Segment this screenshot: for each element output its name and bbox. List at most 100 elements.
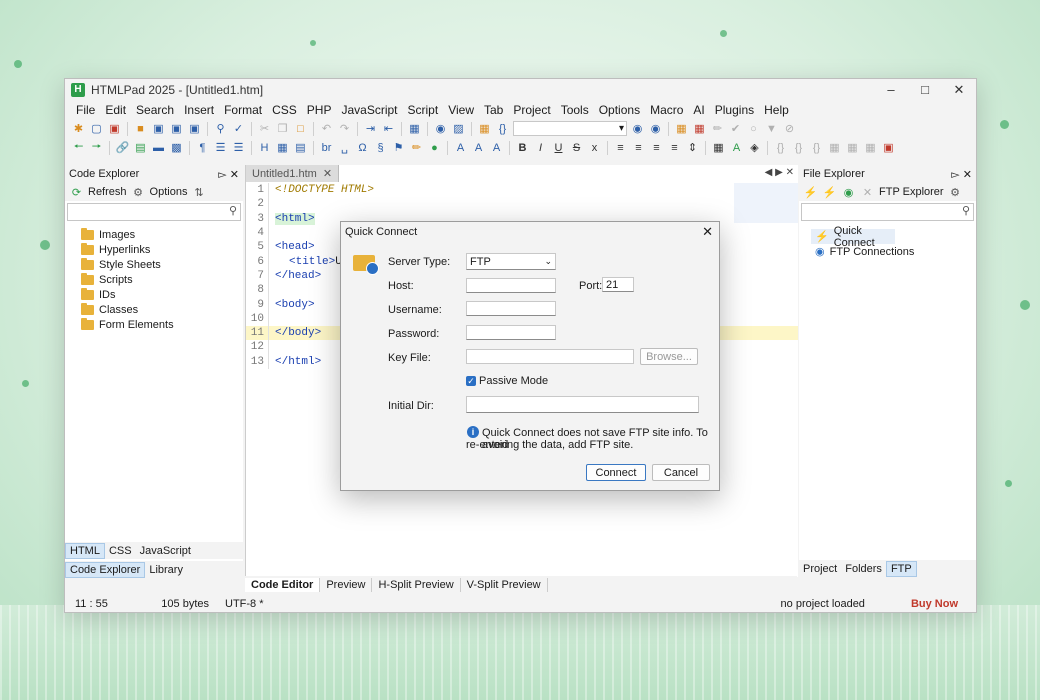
globe-icon[interactable]: ◉	[841, 185, 856, 200]
menu-tools[interactable]: Tools	[556, 103, 594, 117]
paste-icon[interactable]: □	[293, 121, 308, 136]
tab-scroll-arrows[interactable]: ◀ ▶ ✕	[765, 167, 794, 178]
highlight-icon[interactable]: A	[729, 140, 744, 155]
binoculars-icon[interactable]: ◉	[433, 121, 448, 136]
sort-icon[interactable]: ⇅	[191, 185, 206, 200]
snippet-icon[interactable]: ▦	[477, 121, 492, 136]
font-size-icon[interactable]: A	[453, 140, 468, 155]
tag-icon[interactable]: ⚑	[391, 140, 406, 155]
unordered-list-icon[interactable]: ☰	[231, 140, 246, 155]
menu-file[interactable]: File	[71, 103, 100, 117]
redo-icon[interactable]: ↷	[337, 121, 352, 136]
link-icon[interactable]: 🔗	[115, 140, 130, 155]
menu-php[interactable]: PHP	[302, 103, 337, 117]
heading-icon[interactable]: H	[257, 140, 272, 155]
open-folder-icon[interactable]: ■	[133, 121, 148, 136]
stop-icon[interactable]: ○	[746, 121, 761, 136]
align-right-icon[interactable]: ≡	[649, 140, 664, 155]
table-icon[interactable]: ▦	[275, 140, 290, 155]
port-input[interactable]: 21	[602, 277, 634, 292]
close-icon[interactable]: ✕	[942, 82, 976, 98]
new-html-icon[interactable]: ▢	[89, 121, 104, 136]
save-all-icon[interactable]: ▣	[169, 121, 184, 136]
tab-v-split-preview[interactable]: V-Split Preview	[461, 577, 548, 592]
braces-3-icon[interactable]: {}	[809, 140, 824, 155]
panel-3-icon[interactable]: ▦	[863, 140, 878, 155]
brush-icon[interactable]: ✏	[409, 140, 424, 155]
minimize-icon[interactable]: –	[874, 82, 908, 98]
find-icon[interactable]: ⚲	[213, 121, 228, 136]
menu-plugins[interactable]: Plugins	[710, 103, 759, 117]
ordered-list-icon[interactable]: ☰	[213, 140, 228, 155]
tree-item-form-elements[interactable]: Form Elements	[65, 317, 243, 332]
color-icon[interactable]: ●	[427, 140, 442, 155]
save-as-icon[interactable]: ▣	[187, 121, 202, 136]
special-char-icon[interactable]: Ω	[355, 140, 370, 155]
search-combo[interactable]: ▾	[513, 121, 627, 136]
ftp-explorer-button[interactable]: FTP Explorer	[879, 186, 944, 198]
bold-icon[interactable]: B	[515, 140, 530, 155]
menu-insert[interactable]: Insert	[179, 103, 219, 117]
validator-icon[interactable]: ▣	[881, 140, 896, 155]
italic-icon[interactable]: I	[533, 140, 548, 155]
tab-preview[interactable]: Preview	[320, 577, 373, 592]
tree-item-style-sheets[interactable]: Style Sheets	[65, 257, 243, 272]
code-braces-icon[interactable]: {}	[495, 121, 510, 136]
key-file-input[interactable]	[466, 349, 634, 364]
menu-search[interactable]: Search	[131, 103, 179, 117]
find-prev-icon[interactable]: ◉	[648, 121, 663, 136]
passive-mode-checkbox[interactable]: ✓	[466, 376, 476, 386]
close-tab-icon[interactable]: ✕	[323, 167, 332, 180]
plugin-icon[interactable]: ▦	[674, 121, 689, 136]
find-next-icon[interactable]: ◉	[630, 121, 645, 136]
nbsp-icon[interactable]: ␣	[337, 140, 352, 155]
pin-icon[interactable]: ▻ ✕	[951, 168, 972, 181]
copy-icon[interactable]: ❐	[275, 121, 290, 136]
indent-icon[interactable]: ⇥	[363, 121, 378, 136]
disconnect-icon[interactable]: ⚡	[822, 185, 837, 200]
tab-folders[interactable]: Folders	[841, 562, 886, 576]
new-pdf-icon[interactable]: ▣	[107, 121, 122, 136]
gear-icon[interactable]: ⚙	[948, 185, 963, 200]
menu-options[interactable]: Options	[594, 103, 645, 117]
menu-macro[interactable]: Macro	[645, 103, 688, 117]
host-input[interactable]	[466, 278, 556, 293]
fill-icon[interactable]: ◈	[747, 140, 762, 155]
filter-icon[interactable]: ▼	[764, 121, 779, 136]
pin-icon[interactable]: ▻ ✕	[218, 168, 239, 181]
align-center-icon[interactable]: ≡	[631, 140, 646, 155]
tab-javascript[interactable]: JavaScript	[136, 544, 195, 558]
css-icon[interactable]: §	[373, 140, 388, 155]
align-left-icon[interactable]: ≡	[613, 140, 628, 155]
menu-css[interactable]: CSS	[267, 103, 302, 117]
forward-arrow-icon[interactable]: 🠖	[89, 140, 104, 155]
view-mode-icon[interactable]: ▦	[407, 121, 422, 136]
menu-project[interactable]: Project	[508, 103, 555, 117]
plugin-2-icon[interactable]: ▦	[692, 121, 707, 136]
menu-script[interactable]: Script	[403, 103, 444, 117]
subscript-icon[interactable]: x	[587, 140, 602, 155]
tab-code-editor[interactable]: Code Editor	[245, 577, 321, 592]
connect-button[interactable]: Connect	[586, 464, 646, 481]
braces-2-icon[interactable]: {}	[791, 140, 806, 155]
comment-icon[interactable]: ▩	[169, 140, 184, 155]
tab-library[interactable]: Library	[145, 563, 187, 577]
delete-icon[interactable]: ✕	[860, 185, 875, 200]
menu-help[interactable]: Help	[759, 103, 794, 117]
cut-icon[interactable]: ✂	[257, 121, 272, 136]
justify-icon[interactable]: ≡	[667, 140, 682, 155]
refresh-button[interactable]: Refresh	[88, 186, 127, 198]
username-input[interactable]	[466, 301, 556, 316]
server-type-select[interactable]: FTP ⌄	[466, 253, 556, 270]
tab-h-split-preview[interactable]: H-Split Preview	[372, 577, 461, 592]
new-file-icon[interactable]: ✱	[71, 121, 86, 136]
close-icon[interactable]: ✕	[702, 224, 713, 240]
buy-now-link[interactable]: Buy Now	[911, 598, 958, 610]
menu-format[interactable]: Format	[219, 103, 267, 117]
tree-item-hyperlinks[interactable]: Hyperlinks	[65, 242, 243, 257]
menu-tab[interactable]: Tab	[479, 103, 508, 117]
connect-icon[interactable]: ⚡	[803, 185, 818, 200]
save-icon[interactable]: ▣	[151, 121, 166, 136]
font-color-icon[interactable]: A	[471, 140, 486, 155]
form-icon[interactable]: ▤	[293, 140, 308, 155]
